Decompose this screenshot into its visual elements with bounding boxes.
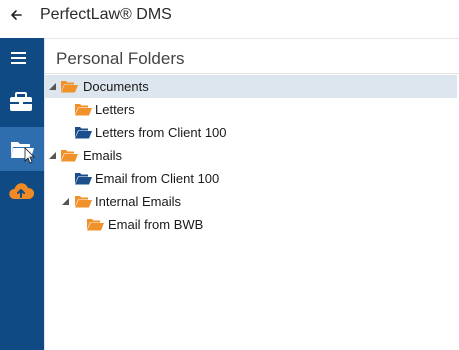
expanded-arrow-icon[interactable] — [62, 198, 69, 205]
panel-header: Personal Folders — [45, 38, 459, 74]
personal-folders-panel: Personal Folders Documents Letters Lette… — [44, 38, 459, 350]
tree-node-internal-emails[interactable]: Internal Emails — [45, 190, 457, 213]
tree-node-label: Email from BWB — [108, 217, 204, 232]
briefcase-icon — [10, 92, 32, 111]
personal-folders-button[interactable] — [0, 127, 44, 171]
open-folder-icon — [11, 142, 35, 164]
tree-node-label: Documents — [83, 79, 149, 94]
tree-node-letters[interactable]: Letters — [45, 98, 457, 121]
expanded-arrow-icon[interactable] — [49, 83, 56, 90]
title-bar: PerfectLaw® DMS — [0, 0, 459, 38]
back-arrow-icon[interactable] — [6, 4, 28, 26]
open-folder-icon — [75, 196, 92, 208]
menu-button[interactable] — [0, 38, 44, 82]
cloud-upload-icon — [9, 183, 35, 199]
tree-node-emails[interactable]: Emails — [45, 144, 457, 167]
sidebar — [0, 38, 44, 350]
panel-title: Personal Folders — [56, 49, 185, 68]
tree-node-email-from-bwb[interactable]: Email from BWB — [45, 213, 457, 236]
matters-button[interactable] — [0, 80, 44, 124]
open-folder-icon — [75, 127, 92, 139]
tree-node-label: Email from Client 100 — [95, 171, 220, 186]
tree-node-documents[interactable]: Documents — [45, 75, 457, 98]
app-title: PerfectLaw® DMS — [40, 6, 172, 23]
open-folder-icon — [75, 104, 92, 116]
expanded-arrow-icon[interactable] — [49, 152, 56, 159]
open-folder-icon — [61, 150, 78, 162]
tree-node-label: Letters — [95, 102, 135, 117]
tree-node-label: Emails — [83, 148, 123, 163]
tree-node-label: Letters from Client 100 — [95, 125, 227, 140]
open-folder-icon — [75, 173, 92, 185]
open-folder-icon — [61, 81, 78, 93]
hamburger-menu-icon — [11, 52, 26, 64]
open-folder-icon — [87, 219, 104, 231]
tree-node-label: Internal Emails — [95, 194, 181, 209]
tree-node-letters-from-client-100[interactable]: Letters from Client 100 — [45, 121, 457, 144]
upload-button[interactable] — [0, 169, 44, 213]
tree-node-email-from-client-100[interactable]: Email from Client 100 — [45, 167, 457, 190]
